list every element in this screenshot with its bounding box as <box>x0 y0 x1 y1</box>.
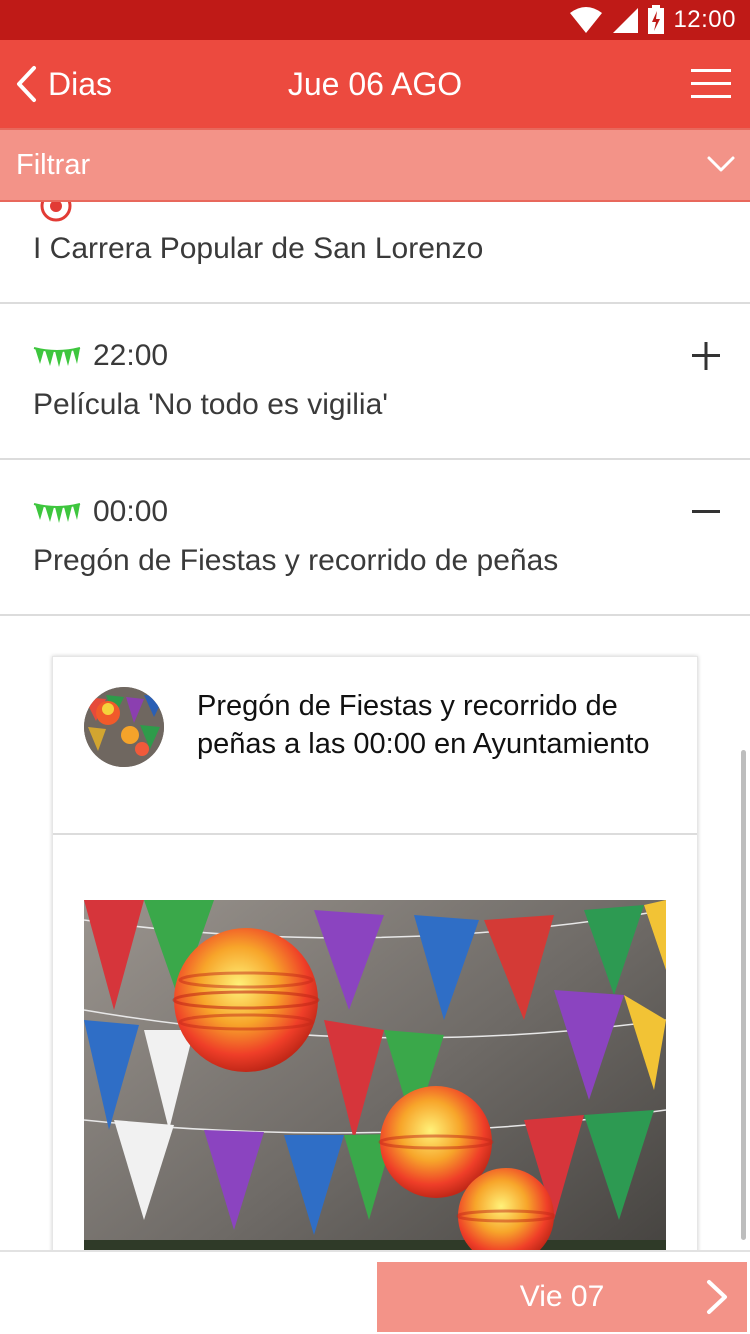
chevron-left-icon <box>17 66 36 102</box>
event-list[interactable]: I Carrera Popular de San Lorenzo 22:00 P… <box>0 202 750 1250</box>
event-title: I Carrera Popular de San Lorenzo <box>33 232 484 265</box>
nav-bar: Dias Jue 06 AGO <box>0 40 750 128</box>
event-title: Pregón de Fiestas y recorrido de peñas <box>33 544 559 577</box>
event-time-row: 22:00 <box>33 336 168 376</box>
event-detail-text: Pregón de Fiestas y recorrido de peñas a… <box>197 690 650 760</box>
event-detail-card: Pregón de Fiestas y recorrido de peñas a… <box>52 656 698 1250</box>
avatar <box>84 687 164 767</box>
filter-label: Filtrar <box>16 149 91 181</box>
status-icons: 12:00 <box>569 4 736 36</box>
event-time-row: 00:00 <box>33 492 168 532</box>
target-icon <box>40 202 72 222</box>
cell-signal-icon <box>613 8 639 33</box>
scrollbar[interactable] <box>741 750 746 1240</box>
card-header: Pregón de Fiestas y recorrido de peñas a… <box>53 657 697 835</box>
back-button[interactable]: Dias <box>14 40 112 128</box>
chevron-right-icon <box>707 1280 727 1314</box>
bottom-bar: Vie 07 <box>0 1250 750 1334</box>
filter-dropdown[interactable]: Filtrar <box>0 128 750 202</box>
divider <box>0 614 750 616</box>
plus-icon[interactable] <box>690 340 722 372</box>
divider <box>0 302 750 304</box>
paper-lanterns-bunting-image <box>84 900 666 1250</box>
wifi-icon <box>570 7 603 33</box>
battery-charging-icon <box>648 5 665 34</box>
next-day-label: Vie 07 <box>519 1280 605 1313</box>
event-photo <box>84 900 666 1250</box>
event-time: 00:00 <box>93 495 169 528</box>
bunting-icon <box>33 503 81 523</box>
event-title: Película 'No todo es vigilia' <box>33 388 388 421</box>
hamburger-menu-icon[interactable] <box>690 64 732 104</box>
divider <box>0 458 750 460</box>
status-time: 12:00 <box>673 6 736 33</box>
chevron-down-icon <box>707 156 735 172</box>
status-bar: 12:00 <box>0 0 750 40</box>
festival-lanterns-avatar-image <box>84 687 164 767</box>
back-label: Dias <box>48 65 113 102</box>
event-time: 22:00 <box>93 339 169 372</box>
page-title: Jue 06 AGO <box>287 66 463 102</box>
next-day-button[interactable]: Vie 07 <box>377 1262 747 1332</box>
minus-icon[interactable] <box>690 496 722 528</box>
bunting-icon <box>33 347 81 367</box>
